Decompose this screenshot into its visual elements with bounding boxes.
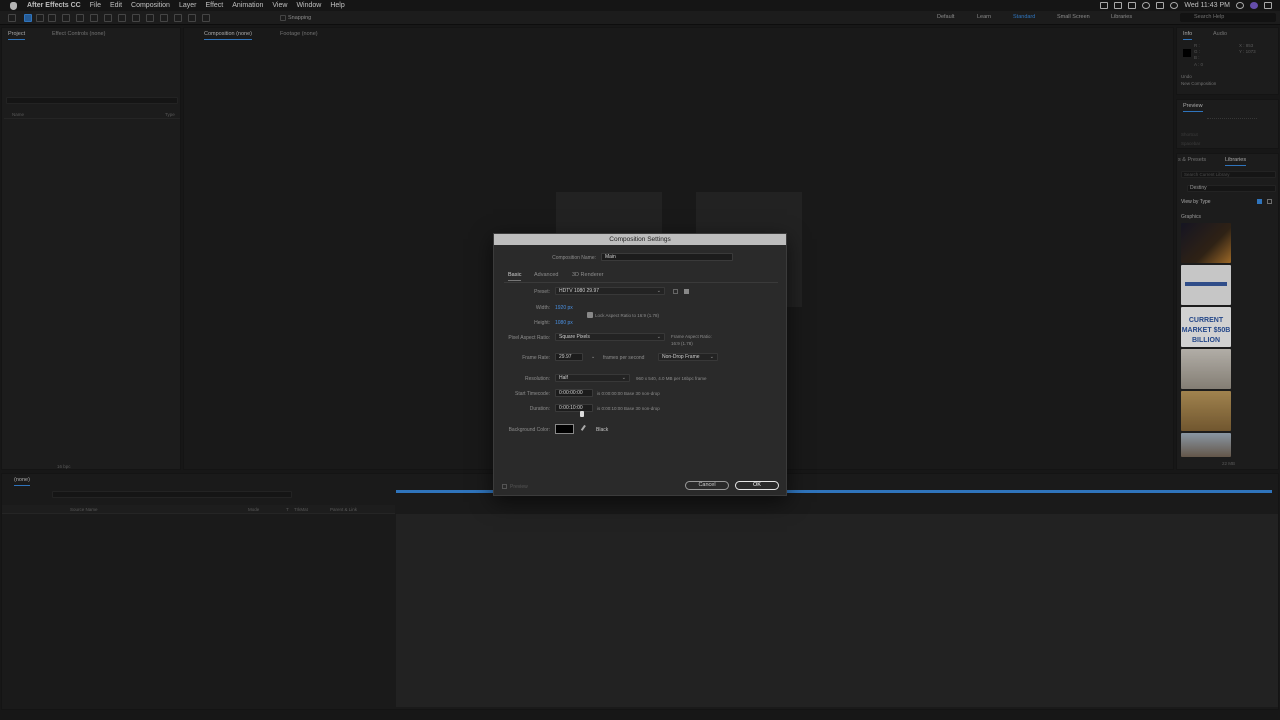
chevron-down-icon: ⌄ bbox=[621, 375, 626, 381]
lock-aspect-checkbox[interactable] bbox=[587, 312, 593, 318]
preset-dropdown[interactable]: HDTV 1080 29.97 ⌄ bbox=[555, 287, 665, 295]
par-value: Square Pixels bbox=[559, 334, 590, 340]
chevron-down-icon: ⌄ bbox=[709, 354, 714, 360]
tab-3d-renderer[interactable]: 3D Renderer bbox=[572, 272, 604, 278]
save-preset-icon[interactable] bbox=[673, 289, 678, 294]
resolution-dropdown[interactable]: Half ⌄ bbox=[555, 374, 630, 382]
bg-color-name: Black bbox=[596, 427, 609, 433]
frame-aspect-value: 16:9 (1.78) bbox=[671, 341, 693, 346]
comp-name-label: Composition Name: bbox=[552, 255, 596, 261]
resolution-info: 960 x 540, 4.0 MB per 16bpc frame bbox=[636, 376, 707, 381]
drop-frame-dropdown[interactable]: Non-Drop Frame ⌄ bbox=[658, 353, 718, 361]
cancel-button[interactable]: Cancel bbox=[685, 481, 729, 490]
tab-divider bbox=[504, 282, 778, 283]
comp-name-input[interactable]: Main bbox=[601, 253, 733, 261]
frame-rate-chevron-icon[interactable]: ⌄ bbox=[591, 354, 595, 360]
height-value[interactable]: 1080 px bbox=[555, 320, 573, 326]
fps-label: frames per second bbox=[603, 355, 645, 361]
chevron-down-icon: ⌄ bbox=[656, 334, 661, 340]
preset-label: Preset: bbox=[534, 289, 550, 295]
ok-button[interactable]: OK bbox=[735, 481, 779, 490]
duration-input[interactable]: 0:00:10:00 bbox=[555, 404, 593, 412]
start-timecode-info: is 0:00:00:00 Base 30 non-drop bbox=[597, 391, 660, 396]
preview-label: Preview bbox=[510, 484, 528, 490]
frame-rate-input[interactable]: 29.97 bbox=[555, 353, 583, 361]
frame-aspect-label: Frame Aspect Ratio: bbox=[671, 334, 712, 339]
lock-aspect-label: Lock Aspect Ratio to 16:9 (1.78) bbox=[595, 313, 660, 318]
duration-label: Duration: bbox=[529, 406, 550, 412]
delete-preset-icon[interactable] bbox=[684, 289, 689, 294]
bg-color-swatch[interactable] bbox=[555, 424, 574, 434]
preview-checkbox[interactable] bbox=[502, 484, 507, 489]
chevron-down-icon: ⌄ bbox=[656, 288, 661, 294]
preset-value: HDTV 1080 29.97 bbox=[559, 288, 600, 294]
bg-color-label: Background Color: bbox=[508, 427, 550, 433]
start-timecode-input[interactable]: 0:00:00:00 bbox=[555, 389, 593, 397]
tab-advanced[interactable]: Advanced bbox=[534, 272, 558, 278]
duration-info: is 0:00:10:00 Base 30 non-drop bbox=[597, 406, 660, 411]
tab-basic[interactable]: Basic bbox=[508, 272, 522, 281]
frame-rate-label: Frame Rate: bbox=[522, 355, 550, 361]
par-dropdown[interactable]: Square Pixels ⌄ bbox=[555, 333, 665, 341]
eyedropper-icon[interactable] bbox=[580, 424, 590, 434]
dialog-title: Composition Settings bbox=[494, 234, 786, 245]
height-label: Height: bbox=[534, 320, 550, 326]
width-value[interactable]: 1920 px bbox=[555, 305, 573, 311]
mouse-cursor-icon bbox=[580, 411, 584, 417]
resolution-value: Half bbox=[559, 375, 568, 381]
par-label: Pixel Aspect Ratio: bbox=[508, 335, 550, 341]
start-timecode-label: Start Timecode: bbox=[514, 391, 550, 397]
width-label: Width: bbox=[535, 305, 550, 311]
composition-settings-dialog: Composition Settings Composition Name: M… bbox=[493, 233, 787, 496]
drop-frame-value: Non-Drop Frame bbox=[662, 354, 700, 360]
resolution-label: Resolution: bbox=[524, 376, 550, 382]
